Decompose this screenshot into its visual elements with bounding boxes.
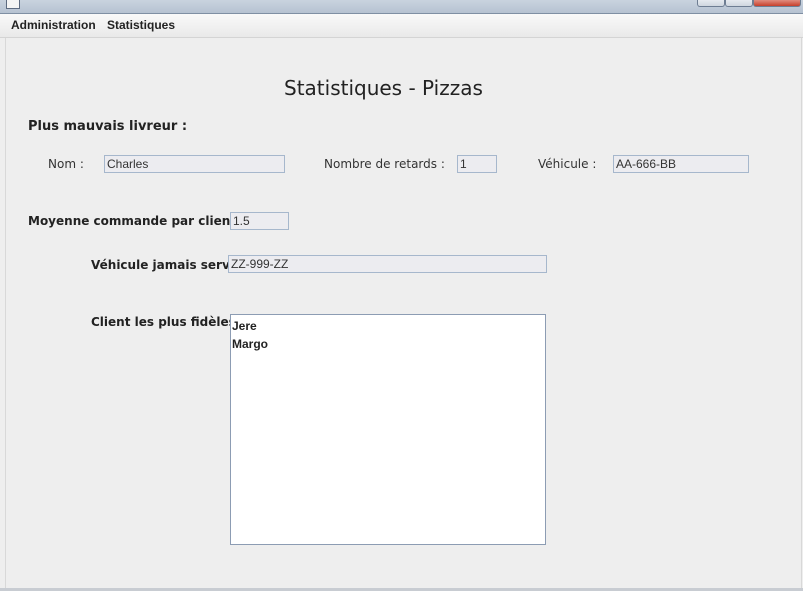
menu-bar: Administration Statistiques bbox=[0, 14, 803, 38]
worst-driver-section-title: Plus mauvais livreur : bbox=[28, 119, 188, 134]
page-title: Statistiques - Pizzas bbox=[284, 76, 483, 100]
unused-vehicle-label: Véhicule jamais servi : bbox=[91, 258, 243, 272]
unused-vehicle-field[interactable]: ZZ-999-ZZ bbox=[228, 255, 547, 273]
driver-name-label: Nom : bbox=[48, 157, 84, 171]
list-item[interactable]: Margo bbox=[232, 335, 544, 353]
delays-count-field[interactable]: 1 bbox=[457, 155, 497, 173]
close-button[interactable] bbox=[753, 0, 801, 7]
minimize-button[interactable] bbox=[697, 0, 725, 7]
average-orders-field[interactable]: 1.5 bbox=[230, 212, 289, 230]
window-titlebar bbox=[0, 0, 803, 14]
delays-count-label: Nombre de retards : bbox=[324, 157, 445, 171]
menu-statistiques[interactable]: Statistiques bbox=[106, 17, 176, 34]
vehicle-label: Véhicule : bbox=[538, 157, 597, 171]
vehicle-field[interactable]: AA-666-BB bbox=[613, 155, 749, 173]
app-icon bbox=[6, 0, 20, 9]
driver-name-field[interactable]: Charles bbox=[104, 155, 285, 173]
list-item[interactable]: Jere bbox=[232, 317, 544, 335]
menu-administration[interactable]: Administration bbox=[10, 17, 97, 34]
maximize-button[interactable] bbox=[725, 0, 753, 7]
average-orders-label: Moyenne commande par client : bbox=[28, 214, 245, 228]
loyal-clients-list[interactable]: Jere Margo bbox=[230, 314, 546, 545]
loyal-clients-label: Client les plus fidèles : bbox=[91, 315, 245, 329]
